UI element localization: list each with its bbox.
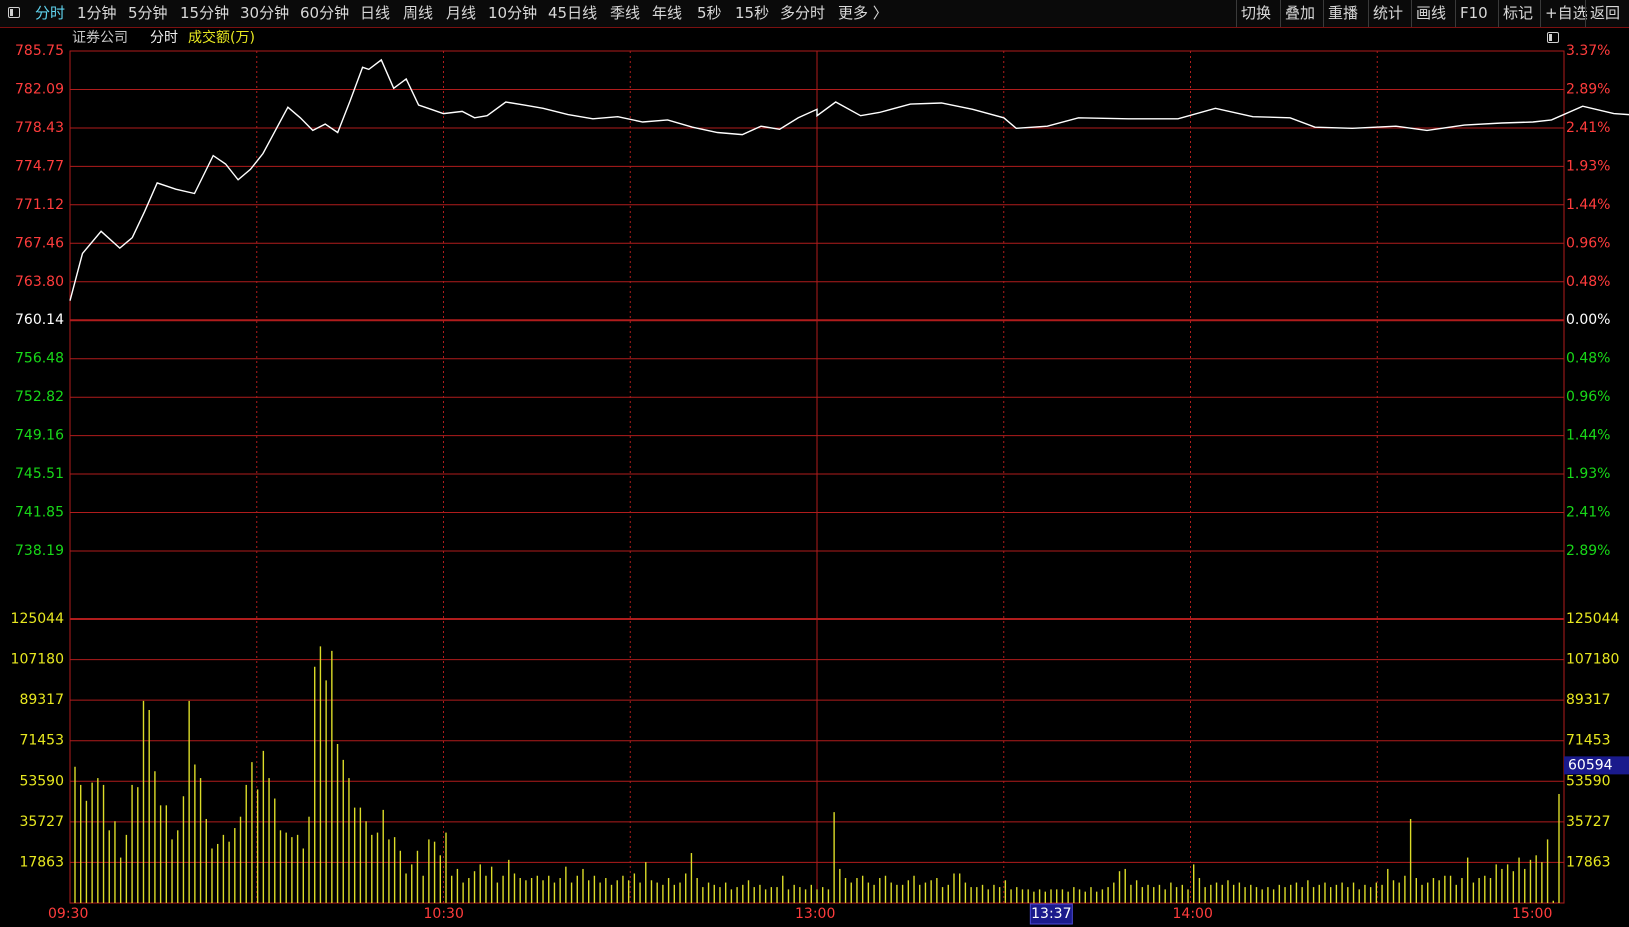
pct-tick-5: 0.96% — [1566, 235, 1610, 251]
pct-tick-10: 1.44% — [1566, 428, 1610, 444]
volume-tick-right-1: 107180 — [1566, 652, 1619, 668]
intraday-chart[interactable]: 785.75 3.37% 782.09 2.89% 778.43 2.41% 774.77 1… — [0, 0, 1629, 927]
pct-tick-2: 2.41% — [1566, 120, 1610, 136]
volume-tick-right-2: 89317 — [1566, 692, 1611, 708]
price-tick-11: 745.51 — [15, 466, 64, 482]
volume-tick-right-4: 53590 — [1566, 773, 1611, 789]
volume-tick-5: 35727 — [19, 814, 64, 830]
time-tick-1: 10:30 — [424, 906, 464, 922]
price-tick-13: 738.19 — [15, 543, 64, 559]
volume-tick-1: 107180 — [11, 652, 64, 668]
volume-tick-right-6: 17863 — [1566, 854, 1611, 870]
price-tick-4: 771.12 — [15, 197, 64, 213]
pct-tick-6: 0.48% — [1566, 274, 1610, 290]
volume-tick-3: 71453 — [19, 733, 64, 749]
pct-tick-12: 2.41% — [1566, 505, 1610, 521]
pct-tick-8: 0.48% — [1566, 351, 1610, 367]
price-tick-1: 782.09 — [15, 81, 64, 97]
pct-tick-1: 2.89% — [1566, 81, 1610, 97]
pct-tick-3: 1.93% — [1566, 158, 1610, 174]
volume-tick-right-5: 35727 — [1566, 814, 1611, 830]
pct-tick-9: 0.96% — [1566, 389, 1610, 405]
price-tick-9: 752.82 — [15, 389, 64, 405]
time-tick-0: 09:30 — [48, 906, 88, 922]
time-tick-3: 14:00 — [1173, 906, 1213, 922]
price-tick-6: 763.80 — [15, 274, 64, 290]
price-tick-5: 767.46 — [15, 235, 64, 251]
volume-tick-4: 53590 — [19, 773, 64, 789]
price-tick-0: 785.75 — [15, 43, 64, 59]
pct-tick-7: 0.00% — [1566, 312, 1610, 328]
volume-tick-2: 89317 — [19, 692, 64, 708]
price-tick-2: 778.43 — [15, 120, 64, 136]
price-tick-7: 760.14 — [15, 312, 64, 328]
pct-tick-13: 2.89% — [1566, 543, 1610, 559]
price-line — [69, 58, 1629, 301]
time-tick-2: 13:00 — [795, 906, 835, 922]
time-tick-4: 15:00 — [1512, 906, 1552, 922]
price-tick-3: 774.77 — [15, 158, 64, 174]
pct-tick-0: 3.37% — [1566, 43, 1610, 59]
volume-tick-right-0: 125044 — [1566, 611, 1620, 627]
volume-tick-right-3: 71453 — [1566, 733, 1611, 749]
pct-tick-4: 1.44% — [1566, 197, 1610, 213]
volume-tick-6: 17863 — [19, 854, 64, 870]
price-tick-8: 756.48 — [15, 351, 64, 367]
price-tick-12: 741.85 — [15, 505, 64, 521]
volume-cursor-value: 60594 — [1568, 757, 1613, 773]
volume-tick-0: 125044 — [11, 611, 65, 627]
price-tick-10: 749.16 — [15, 428, 64, 444]
cursor-time: 13:37 — [1031, 906, 1071, 922]
pct-tick-11: 1.93% — [1566, 466, 1610, 482]
